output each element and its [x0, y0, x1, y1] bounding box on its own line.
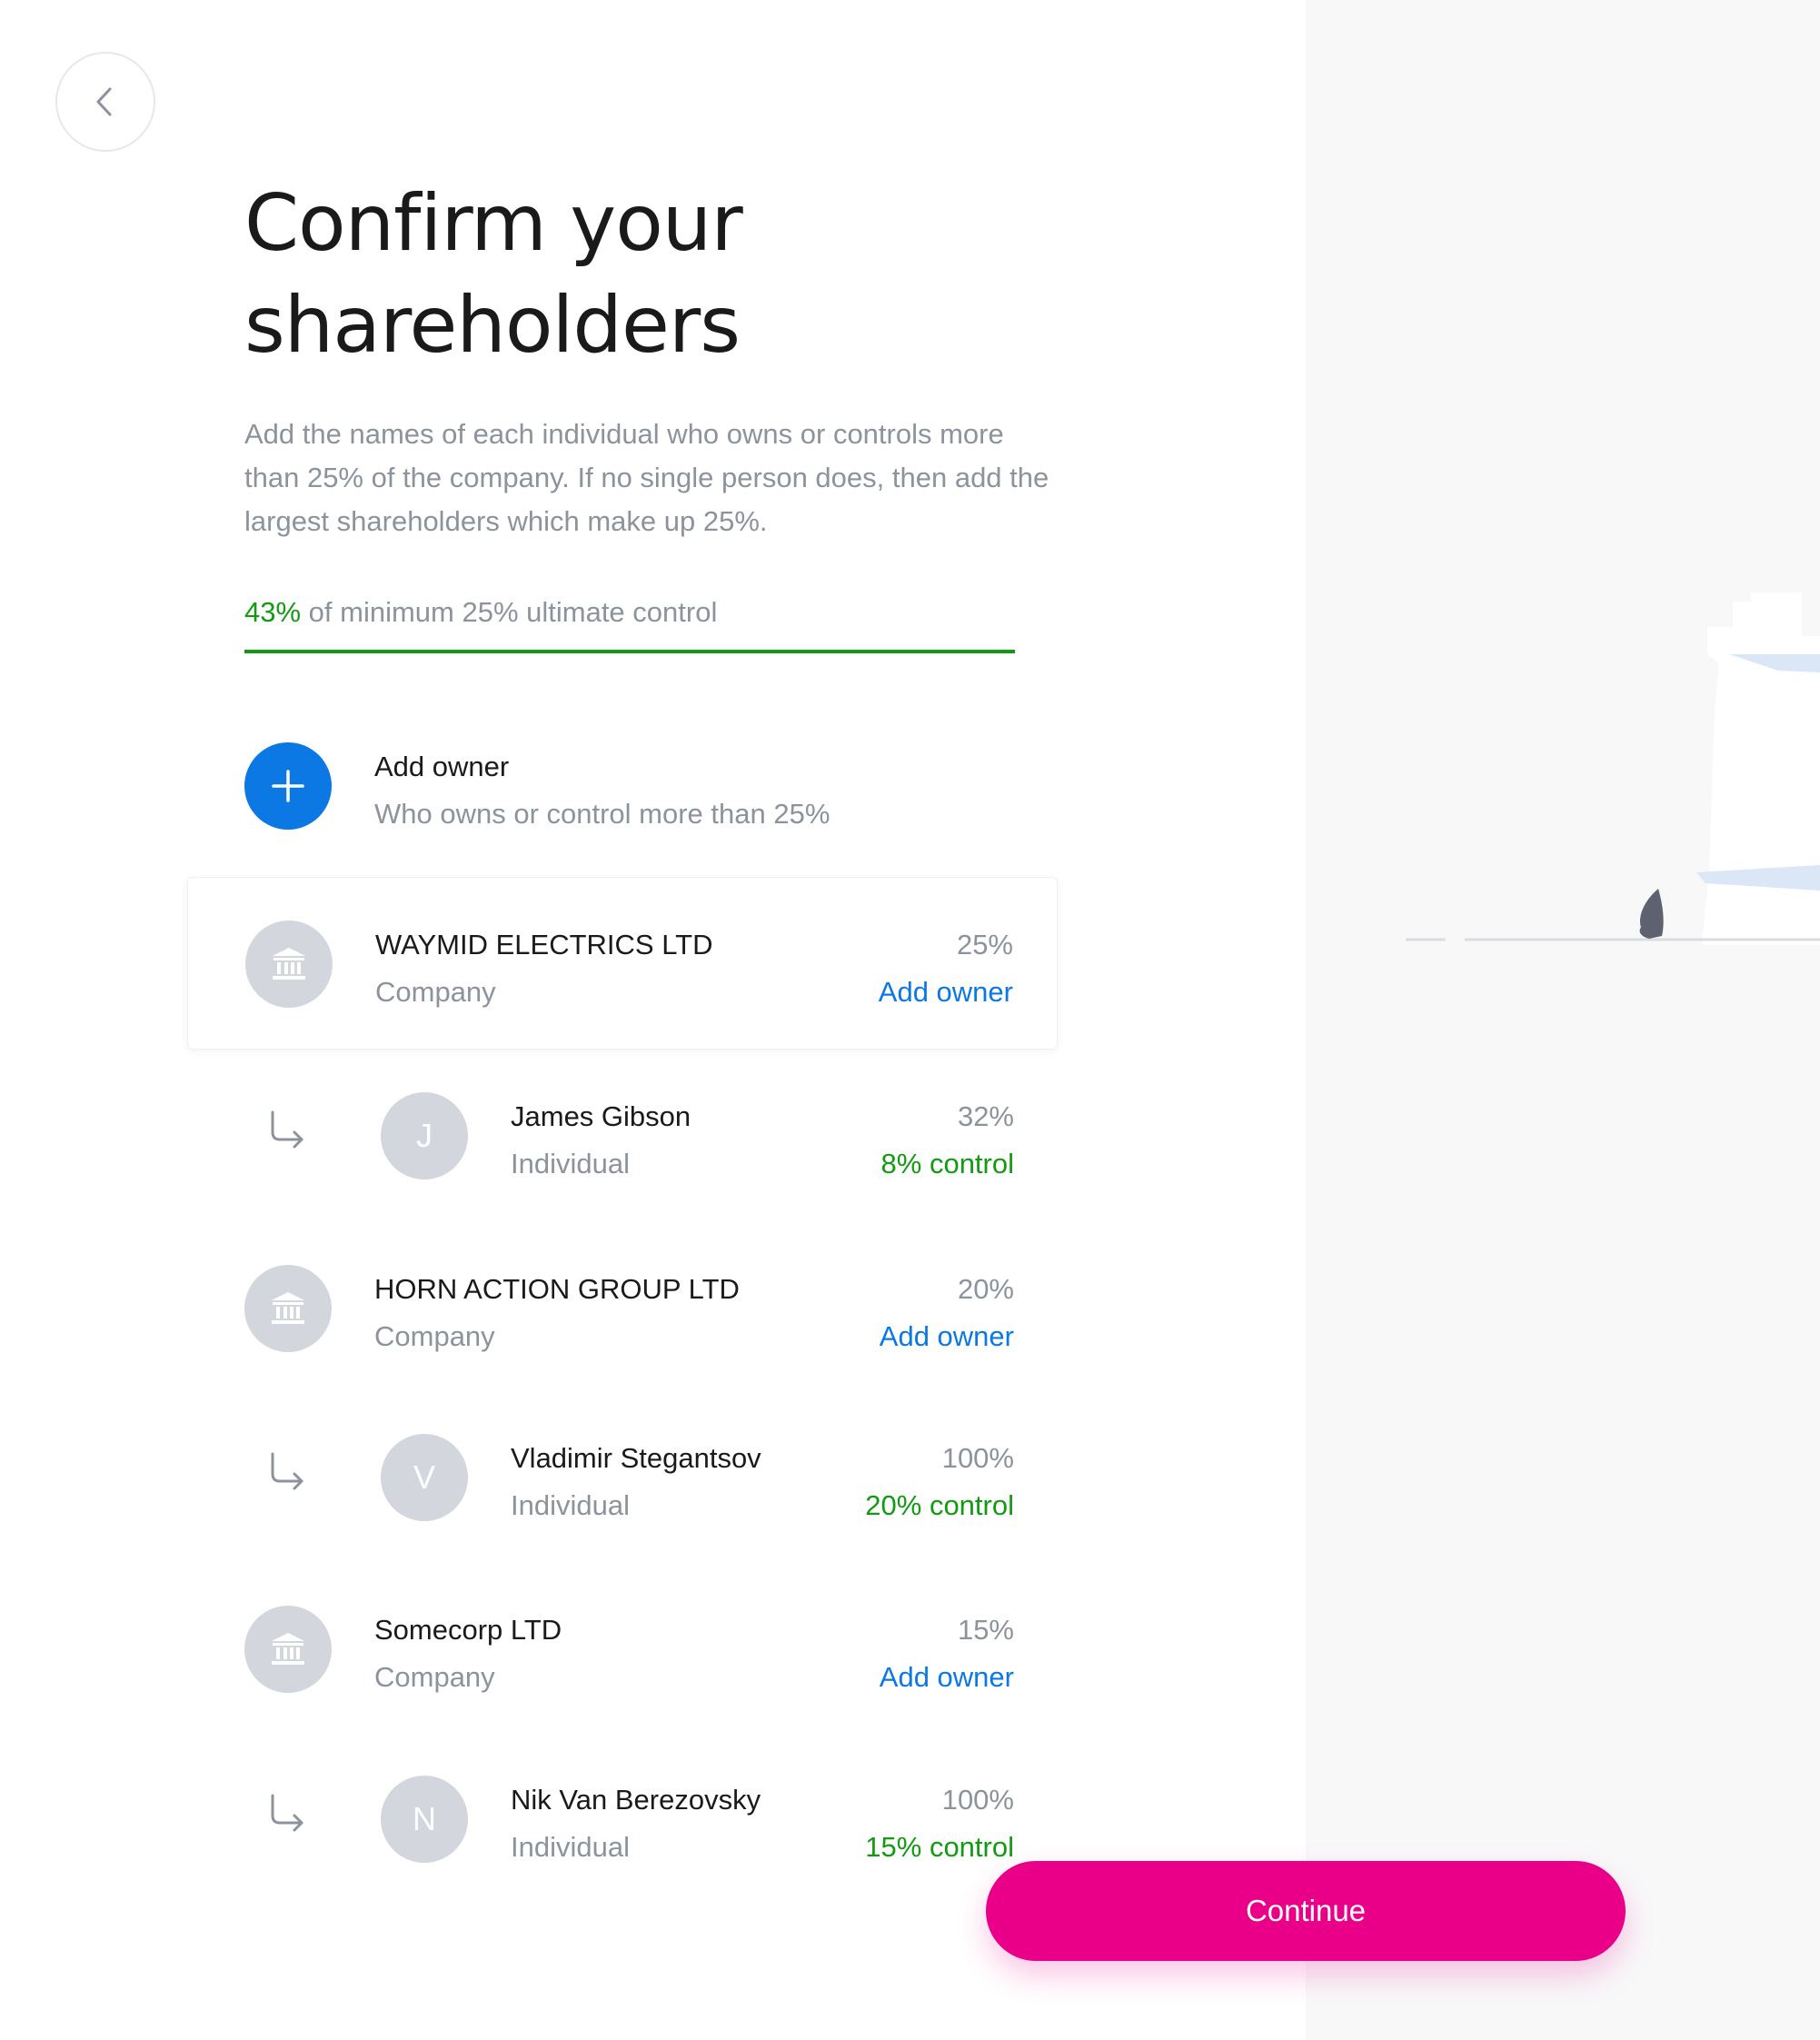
shareholder-share: 100% — [941, 1442, 1014, 1474]
add-owner-row[interactable]: Add owner Who owns or control more than … — [187, 700, 1058, 872]
subdirectory-arrow-icon — [271, 1110, 303, 1149]
subdirectory-arrow-icon — [271, 1794, 303, 1832]
castle-illustration — [1406, 592, 1820, 945]
shareholder-share: 100% — [941, 1784, 1014, 1816]
avatar: N — [381, 1776, 468, 1863]
bank-icon — [272, 1292, 304, 1324]
company-avatar — [244, 1265, 332, 1352]
shareholder-row[interactable]: Somecorp LTD Company 15% Add owner — [187, 1563, 1058, 1736]
illustration-panel — [1306, 0, 1820, 2040]
shareholder-share: 32% — [957, 1100, 1014, 1132]
control-progress-bar — [244, 650, 1015, 653]
shareholder-name: WAYMID ELECTRICS LTD — [375, 929, 713, 960]
control-progress-text: 43% of minimum 25% ultimate control — [244, 594, 717, 631]
control-value: 8% control — [880, 1148, 1014, 1179]
shareholder-share: 25% — [956, 929, 1013, 960]
subdirectory-arrow-icon — [271, 1452, 303, 1490]
shareholder-share: 20% — [957, 1273, 1014, 1305]
shareholder-share: 15% — [957, 1614, 1014, 1646]
bank-icon — [272, 1633, 304, 1665]
shareholder-row[interactable]: J James Gibson Individual 32% 8% control — [187, 1050, 1058, 1222]
shareholder-type: Individual — [511, 1489, 630, 1521]
add-owner-link[interactable]: Add owner — [880, 1319, 1014, 1355]
control-progress-label: of minimum 25% ultimate control — [301, 596, 718, 628]
page: Confirm your shareholders Add the names … — [0, 0, 1820, 2040]
add-owner-link[interactable]: Add owner — [879, 974, 1013, 1010]
shareholder-type: Individual — [511, 1831, 630, 1863]
company-avatar — [244, 1606, 332, 1693]
shareholder-type: Company — [374, 1320, 495, 1352]
avatar: V — [381, 1434, 468, 1521]
control-value: 15% control — [865, 1831, 1014, 1863]
shareholder-row[interactable]: WAYMID ELECTRICS LTD Company 25% Add own… — [187, 877, 1058, 1050]
continue-button[interactable]: Continue — [986, 1861, 1626, 1961]
shareholder-row[interactable]: HORN ACTION GROUP LTD Company 20% Add ow… — [187, 1222, 1058, 1395]
page-title: Confirm your shareholders — [244, 173, 1062, 376]
shareholder-name: Somecorp LTD — [374, 1614, 562, 1646]
control-value: 20% control — [865, 1489, 1014, 1521]
avatar: J — [381, 1092, 468, 1179]
shareholder-name: HORN ACTION GROUP LTD — [374, 1273, 740, 1305]
shareholder-type: Company — [374, 1661, 495, 1693]
shareholder-name: Vladimir Stegantsov — [511, 1442, 761, 1474]
control-progress-fill — [244, 650, 1015, 653]
shareholder-row[interactable]: V Vladimir Stegantsov Individual 100% 20… — [187, 1391, 1058, 1564]
back-button[interactable] — [55, 52, 155, 152]
add-owner-title: Add owner — [374, 751, 510, 782]
title-line-1: Confirm your — [244, 178, 743, 269]
company-avatar — [245, 920, 333, 1008]
chevron-left-icon — [96, 87, 112, 116]
control-percent: 43% — [244, 596, 302, 628]
page-description: Add the names of each individual who own… — [244, 418, 1049, 537]
shareholder-row[interactable]: N Nik Van Berezovsky Individual 100% 15%… — [187, 1733, 1058, 1906]
add-owner-button[interactable] — [244, 742, 332, 830]
shareholder-type: Individual — [511, 1148, 630, 1179]
add-owner-link[interactable]: Add owner — [880, 1659, 1014, 1696]
shareholder-type: Company — [375, 976, 496, 1008]
bank-icon — [273, 948, 305, 980]
plus-icon — [272, 770, 304, 802]
title-line-2: shareholders — [244, 280, 741, 371]
shareholder-name: James Gibson — [511, 1100, 691, 1132]
add-owner-subtitle: Who owns or control more than 25% — [374, 798, 830, 830]
shareholder-name: Nik Van Berezovsky — [511, 1784, 761, 1816]
